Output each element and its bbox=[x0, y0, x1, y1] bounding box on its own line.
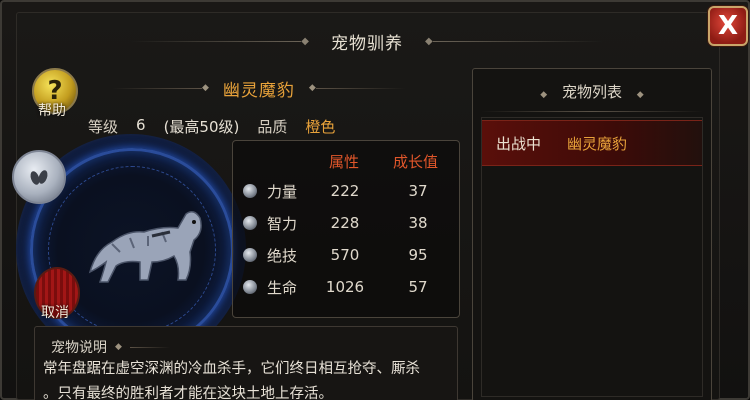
pet-description-box: 宠物说明 ◆ 常年盘踞在虚空深渊的冷血杀手，它们终日相互抢夺、厮杀 。只有最终的… bbox=[34, 326, 458, 400]
pet-list-title: 宠物列表 bbox=[561, 83, 622, 101]
attribute-value: 1026 bbox=[325, 278, 365, 296]
orb-icon bbox=[243, 216, 257, 230]
attribute-value: 222 bbox=[330, 182, 360, 200]
pet-level-row: 等级 6 (最高50级) 品质 橙色 bbox=[88, 116, 335, 137]
title-dot-icon: ◆ bbox=[425, 35, 433, 47]
attribute-name: 绝技 bbox=[267, 246, 298, 265]
attribute-row: 生命 1026 57 bbox=[233, 271, 461, 303]
pet-list-panel: ◆ 宠物列表 ◆ 出战中 幽灵魔豹 bbox=[472, 68, 712, 400]
diamond-icon: ◆ bbox=[115, 342, 122, 352]
attribute-row: 智力 228 38 bbox=[233, 207, 461, 239]
max-level: (最高50级) bbox=[163, 118, 240, 136]
pet-training-window: ◆ 宠物驯养 ◆ X ? 帮助 取消 ◆ 幽灵魔豹 ◆ 等级 6 (最高50级)… bbox=[0, 0, 750, 400]
pet-list-item[interactable]: 出战中 幽灵魔豹 bbox=[482, 120, 702, 166]
pet-list: 出战中 幽灵魔豹 bbox=[481, 117, 703, 397]
pet-detail-panel: ? 帮助 取消 ◆ 幽灵魔豹 ◆ 等级 6 (最高50级) 品质 橙色 属性 成… bbox=[12, 62, 466, 400]
attribute-table: 属性 成长值 力量 222 37 智力 228 38 绝技 570 95 生命 … bbox=[232, 140, 460, 318]
attribute-name: 力量 bbox=[267, 182, 298, 201]
description-header: 宠物说明 ◆ bbox=[51, 337, 170, 357]
diamond-icon: ◆ bbox=[308, 83, 316, 93]
diamond-icon: ◆ bbox=[540, 90, 548, 100]
attribute-value: 228 bbox=[330, 214, 360, 232]
description-line: 常年盘踞在虚空深渊的冷血杀手，它们终日相互抢夺、厮杀 bbox=[43, 361, 420, 377]
attribute-value: 570 bbox=[330, 246, 360, 264]
pet-list-header: ◆ 宠物列表 ◆ bbox=[473, 81, 711, 102]
pet-list-name: 幽灵魔豹 bbox=[567, 134, 628, 153]
attr-header: 属性 bbox=[329, 153, 360, 171]
paw-icon bbox=[30, 170, 48, 185]
level-label: 等级 bbox=[88, 118, 119, 136]
attribute-row: 绝技 570 95 bbox=[233, 239, 461, 271]
attribute-name: 智力 bbox=[267, 214, 298, 233]
level-value: 6 bbox=[136, 116, 146, 134]
attribute-row: 力量 222 37 bbox=[233, 175, 461, 207]
title-ornament-left bbox=[131, 40, 302, 42]
pet-name-header: ◆ 幽灵魔豹 ◆ bbox=[112, 72, 472, 104]
diamond-icon: ◆ bbox=[636, 90, 644, 100]
description-line: 。只有最终的胜利者才能在这块土地上存活。 bbox=[43, 386, 333, 400]
orb-icon bbox=[243, 280, 257, 294]
pet-status: 出战中 bbox=[496, 134, 542, 153]
name-ornament-right bbox=[315, 87, 406, 89]
description-title: 宠物说明 bbox=[51, 340, 107, 356]
growth-value: 57 bbox=[408, 278, 428, 296]
quality-value: 橙色 bbox=[305, 118, 336, 136]
title-dot-icon: ◆ bbox=[301, 35, 309, 47]
diamond-icon: ◆ bbox=[202, 83, 209, 93]
title-ornament-right bbox=[432, 40, 603, 42]
quality-label: 品质 bbox=[257, 118, 288, 136]
growth-value: 38 bbox=[408, 214, 428, 232]
title-bar: ◆ 宠物驯养 ◆ bbox=[22, 20, 712, 62]
description-ornament bbox=[129, 346, 170, 348]
name-ornament-left bbox=[112, 87, 202, 89]
ghost-panther-model bbox=[88, 211, 202, 283]
divider bbox=[481, 111, 703, 112]
cancel-label[interactable]: 取消 bbox=[41, 302, 69, 322]
help-label[interactable]: 帮助 bbox=[38, 100, 66, 120]
description-text: 常年盘踞在虚空深渊的冷血杀手，它们终日相互抢夺、厮杀 。只有最终的胜利者才能在这… bbox=[43, 357, 457, 400]
close-button[interactable]: X bbox=[708, 6, 748, 46]
paw-skill-icon[interactable] bbox=[12, 150, 66, 204]
growth-value: 95 bbox=[408, 246, 428, 264]
pet-name: 幽灵魔豹 bbox=[222, 80, 295, 101]
orb-icon bbox=[243, 248, 257, 262]
window-title: 宠物驯养 bbox=[331, 33, 403, 54]
growth-header: 成长值 bbox=[393, 153, 439, 171]
attribute-name: 生命 bbox=[267, 278, 298, 297]
growth-value: 37 bbox=[408, 182, 428, 200]
orb-icon bbox=[243, 184, 257, 198]
